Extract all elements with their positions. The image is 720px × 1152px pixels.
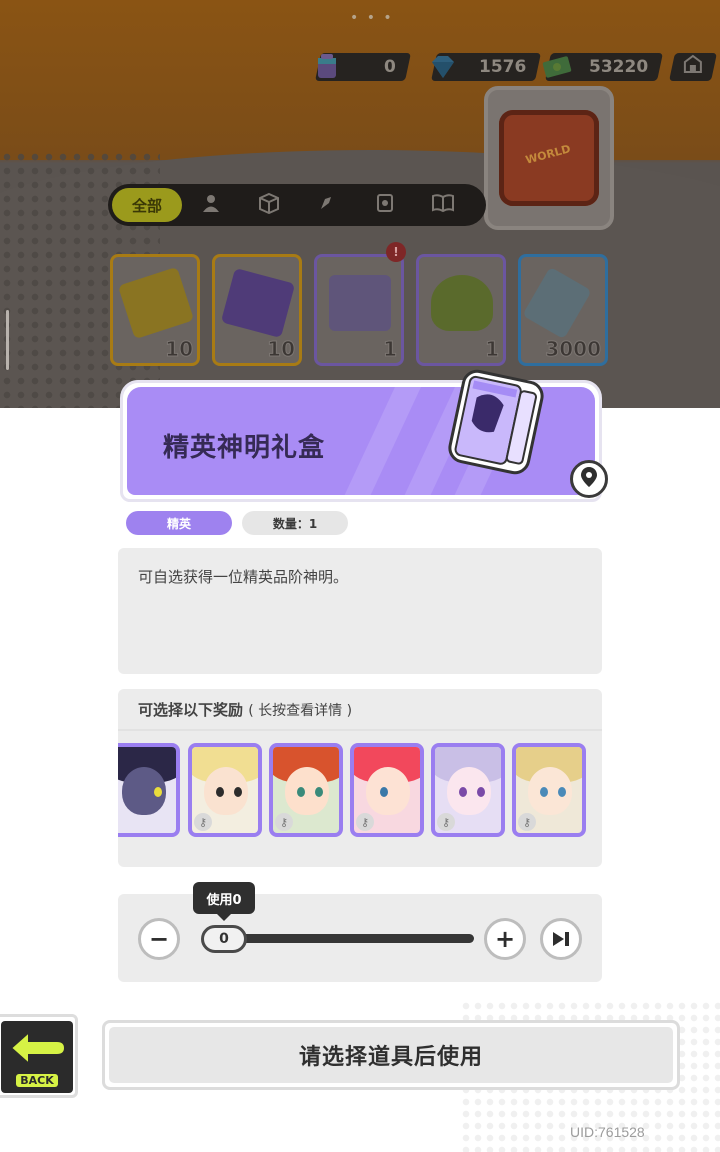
tab-books[interactable]	[414, 188, 472, 222]
amount-slider[interactable]	[224, 934, 474, 943]
item-name: 精英神明礼盒	[163, 433, 326, 463]
card-icon	[375, 192, 395, 219]
featured-world-box[interactable]	[484, 86, 614, 230]
key-icon: ⚷	[518, 813, 536, 831]
paint-tube-icon	[522, 266, 592, 340]
tab-boxes[interactable]	[240, 188, 298, 222]
slot-count: 1	[485, 337, 500, 362]
reward-portrait[interactable]	[118, 743, 180, 837]
location-pin-icon	[580, 466, 598, 492]
item-description: 可自选获得一位精英品阶神明。	[118, 548, 602, 674]
currency-cash: 53220	[542, 50, 663, 84]
inventory-slot[interactable]: 3000	[518, 254, 608, 366]
max-button[interactable]	[540, 918, 582, 960]
tab-characters[interactable]	[182, 188, 240, 222]
pen-icon	[317, 193, 337, 218]
gift-box-icon	[329, 275, 391, 331]
reward-portrait[interactable]: ⚷	[350, 743, 424, 837]
currency-diamond-value: 1576	[478, 57, 526, 77]
reward-title: 可选择以下奖励 ( 长按查看详情 )	[138, 699, 352, 720]
back-arrow-icon	[7, 1028, 67, 1072]
slot-count: 10	[165, 337, 194, 362]
box-icon	[258, 192, 280, 219]
inventory-slot[interactable]: 1	[416, 254, 506, 366]
world-box-icon	[499, 110, 599, 206]
new-badge: !	[386, 242, 406, 262]
slot-count: 3000	[545, 337, 602, 362]
decrease-button[interactable]: −	[138, 918, 180, 960]
tab-cards[interactable]	[356, 188, 414, 222]
location-pin-button[interactable]	[570, 460, 608, 498]
description-text: 可自选获得一位精英品阶神明。	[138, 568, 349, 586]
currency-cash-value: 53220	[588, 57, 648, 77]
tab-all[interactable]: 全部	[112, 188, 182, 222]
shop-icon	[682, 54, 704, 81]
paint-can-icon	[310, 50, 344, 84]
inventory-slot[interactable]: 10	[110, 254, 200, 366]
scroll-indicator	[6, 310, 9, 370]
divider	[118, 729, 602, 731]
currency-paint: 0	[315, 50, 411, 84]
currency-paint-value: 0	[384, 57, 396, 77]
reward-portrait[interactable]: ⚷	[512, 743, 586, 837]
user-id: UID:761528	[570, 1124, 645, 1140]
plus-icon: +	[494, 925, 516, 953]
inventory-slot[interactable]: 10	[212, 254, 302, 366]
reward-portrait[interactable]: ⚷	[431, 743, 505, 837]
rarity-tag: 精英	[126, 511, 232, 535]
use-item-button[interactable]: 请选择道具后使用	[102, 1020, 680, 1090]
reward-selection-panel: 可选择以下奖励 ( 长按查看详情 ) ⚷ ⚷ ⚷ ⚷ ⚷	[118, 689, 602, 867]
minus-icon: −	[148, 925, 170, 953]
ticket-purple-icon	[220, 267, 296, 339]
reward-title-text: 可选择以下奖励	[138, 701, 244, 719]
diamond-icon	[426, 50, 460, 84]
shop-button[interactable]	[669, 53, 717, 81]
key-icon: ⚷	[194, 813, 212, 831]
back-button[interactable]: BACK	[0, 1014, 78, 1098]
filter-tabs: 全部	[108, 184, 486, 226]
quantity-tag: 数量：1	[242, 511, 348, 535]
slot-count: 10	[267, 337, 296, 362]
gift-box-icon	[442, 362, 550, 482]
increase-button[interactable]: +	[484, 918, 526, 960]
book-icon	[431, 193, 455, 218]
inventory-slot[interactable]: 1	[314, 254, 404, 366]
cash-icon	[540, 50, 574, 84]
key-icon: ⚷	[437, 813, 455, 831]
person-icon	[201, 193, 221, 218]
use-item-label: 请选择道具后使用	[109, 1027, 673, 1083]
key-icon: ⚷	[275, 813, 293, 831]
reward-portrait[interactable]: ⚷	[269, 743, 343, 837]
drag-handle: • • •	[350, 10, 394, 26]
slider-thumb[interactable]: 0	[201, 925, 247, 953]
cup-icon	[431, 275, 493, 331]
reward-hint-text: ( 长按查看详情 )	[248, 703, 353, 719]
amount-tooltip: 使用0	[193, 882, 255, 921]
skip-to-end-icon	[551, 925, 571, 953]
slot-count: 1	[383, 337, 398, 362]
back-label: BACK	[16, 1073, 58, 1087]
key-icon: ⚷	[356, 813, 374, 831]
ticket-gold-icon	[117, 266, 195, 340]
reward-portrait[interactable]: ⚷	[188, 743, 262, 837]
currency-diamond: 1576	[431, 50, 541, 84]
tab-tools[interactable]	[298, 188, 356, 222]
